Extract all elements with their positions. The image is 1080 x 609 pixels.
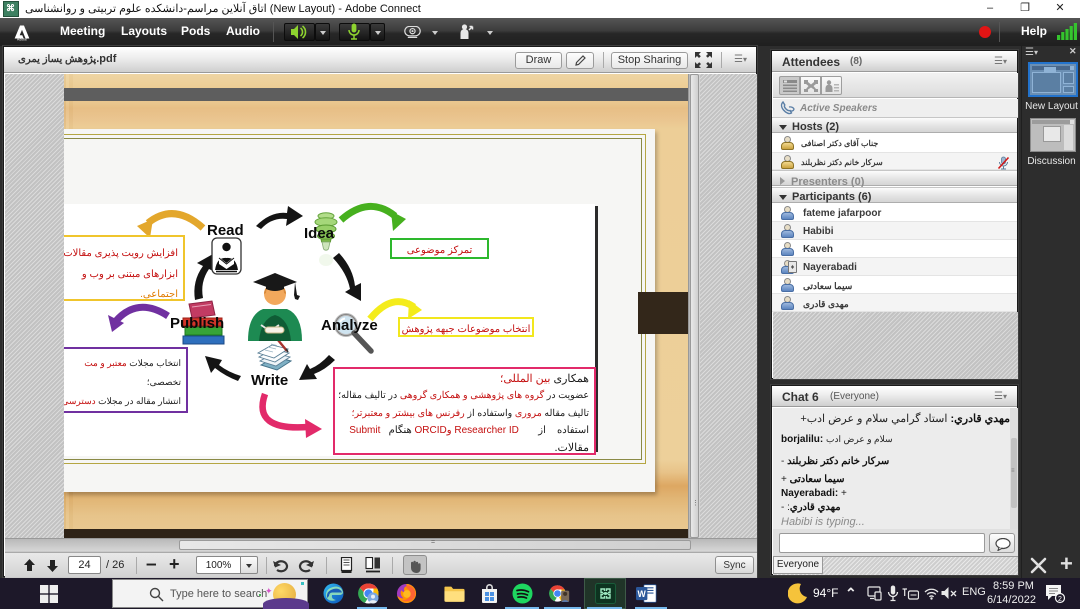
svg-text:2: 2 — [1058, 596, 1062, 603]
svg-text:Adobe: Adobe — [17, 38, 27, 41]
svg-text:W: W — [638, 589, 647, 599]
